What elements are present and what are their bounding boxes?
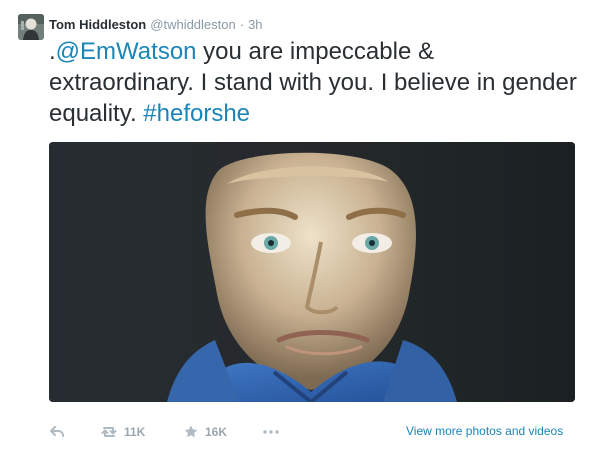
author-username[interactable]: @twhiddleston xyxy=(150,16,235,34)
retweet-count: 11K xyxy=(124,425,146,439)
retweet-button[interactable]: 11K xyxy=(100,420,145,444)
avatar-image xyxy=(18,14,44,40)
tweet-timestamp[interactable]: 3h xyxy=(248,16,262,34)
view-more-photos-link[interactable]: View more photos and videos xyxy=(406,423,563,440)
tweet-text-prefix: . xyxy=(49,38,56,65)
tweet-header: Tom Hiddleston @twhiddleston · 3h xyxy=(49,16,263,34)
author-display-name[interactable]: Tom Hiddleston xyxy=(49,16,146,34)
hashtag-link[interactable]: #heforshe xyxy=(143,100,250,127)
favorite-count: 16K xyxy=(205,425,228,439)
reply-icon xyxy=(50,426,64,437)
more-icon xyxy=(263,430,279,434)
tweet-text: .@EmWatson you are impeccable & extraord… xyxy=(49,36,579,129)
favorite-button[interactable]: 16K xyxy=(183,420,227,444)
header-separator: · xyxy=(239,17,245,32)
mention-link[interactable]: @EmWatson xyxy=(56,38,197,65)
tweet-card: Tom Hiddleston @twhiddleston · 3h .@EmWa… xyxy=(0,0,591,449)
author-avatar[interactable] xyxy=(18,14,44,40)
more-button[interactable] xyxy=(262,420,280,444)
photo-content xyxy=(49,142,575,402)
retweet-icon xyxy=(101,427,117,437)
reply-button[interactable] xyxy=(49,420,65,444)
star-icon xyxy=(184,425,198,438)
tweet-photo[interactable] xyxy=(49,142,575,402)
